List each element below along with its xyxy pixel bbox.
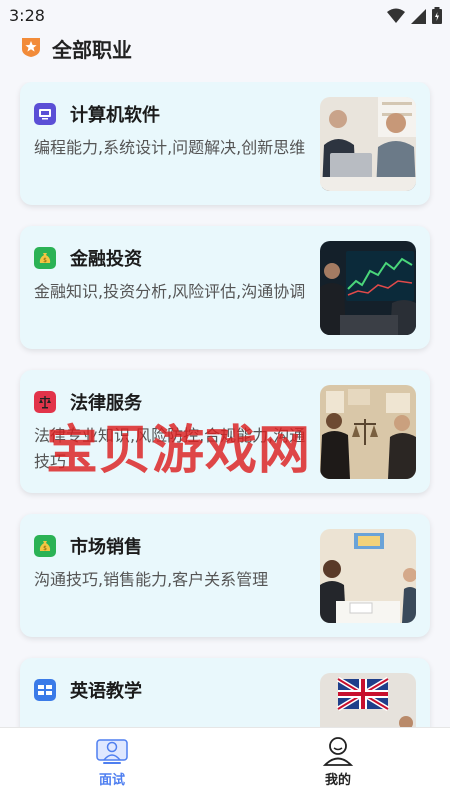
career-card-finance[interactable]: $ 金融投资 金融知识,投资分析,风险评估,沟通协调	[20, 226, 430, 349]
nav-label-interview: 面试	[98, 773, 125, 788]
badge-star-icon	[22, 38, 40, 57]
career-image-english-classroom	[320, 673, 416, 728]
career-card-legal[interactable]: 法律服务 法律专业知识,风险防控,合规能力,沟通技巧	[20, 370, 430, 493]
career-card-sales[interactable]: $ 市场销售 沟通技巧,销售能力,客户关系管理	[20, 514, 430, 637]
svg-text:$: $	[43, 545, 47, 552]
signal-icon	[411, 8, 426, 24]
career-title: 法律服务	[70, 393, 142, 414]
interview-icon	[96, 739, 128, 764]
gb-flag-icon	[34, 679, 56, 701]
career-skills: 沟通技巧,销售能力,客户关系管理	[34, 570, 269, 589]
scales-icon	[34, 391, 56, 413]
bottom-nav: 面试 我的	[0, 727, 450, 800]
career-image-courtroom	[320, 385, 416, 479]
user-profile-icon	[322, 737, 354, 766]
money-bag-icon: $	[34, 247, 56, 269]
nav-tab-interview[interactable]: 面试	[67, 736, 157, 788]
career-skills: 金融知识,投资分析,风险评估,沟通协调	[34, 282, 306, 301]
svg-text:$: $	[43, 257, 47, 264]
nav-tab-mine[interactable]: 我的	[293, 736, 383, 788]
career-card-english-teaching[interactable]: 英语教学	[20, 658, 430, 728]
wifi-icon	[387, 8, 405, 23]
status-time: 3:28	[9, 6, 45, 25]
status-icons	[387, 7, 442, 24]
money-bag-icon: $	[34, 535, 56, 557]
battery-icon	[432, 7, 442, 24]
career-title: 金融投资	[70, 249, 142, 270]
career-image-trading-screen	[320, 241, 416, 335]
career-list[interactable]: 计算机软件 编程能力,系统设计,问题解决,创新思维 $ 金融投资 金融知识,投资…	[0, 82, 450, 728]
computer-icon	[34, 103, 56, 125]
page-title: 全部职业	[52, 38, 132, 62]
career-title: 市场销售	[70, 537, 142, 558]
career-title: 计算机软件	[70, 105, 160, 126]
career-skills: 编程能力,系统设计,问题解决,创新思维	[34, 138, 306, 157]
nav-label-mine: 我的	[324, 773, 351, 788]
career-card-software[interactable]: 计算机软件 编程能力,系统设计,问题解决,创新思维	[20, 82, 430, 205]
page-header: 全部职业	[0, 32, 450, 62]
status-bar: 3:28	[0, 0, 450, 30]
career-skills: 法律专业知识,风险防控,合规能力,沟通技巧	[34, 426, 306, 471]
career-image-office-meeting	[320, 97, 416, 191]
career-title: 英语教学	[70, 681, 142, 702]
career-image-sales-meeting	[320, 529, 416, 623]
